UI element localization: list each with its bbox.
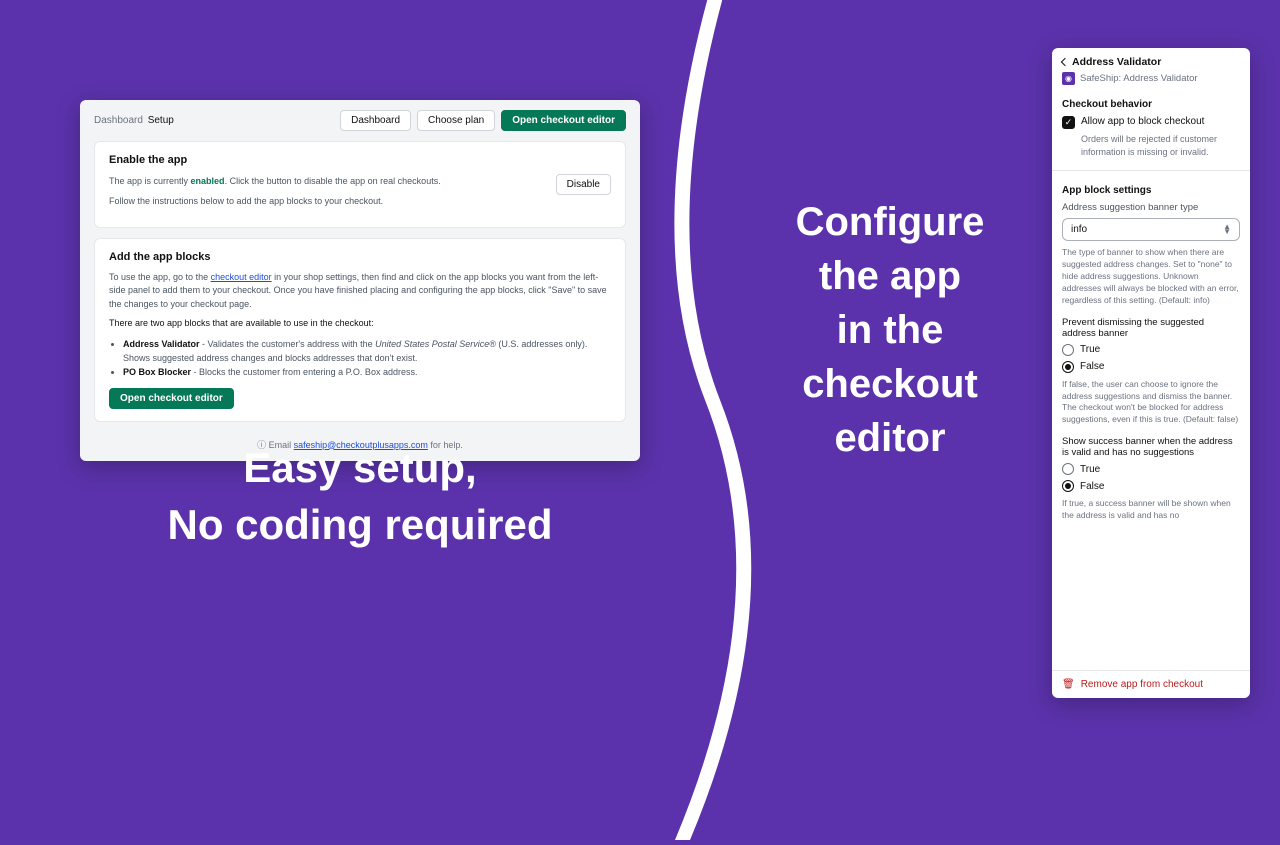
config-app-row: ◉ SafeShip: Address Validator xyxy=(1062,72,1240,85)
caption-right-l3: in the xyxy=(760,303,1020,357)
dismiss-desc: If false, the user can choose to ignore … xyxy=(1062,379,1240,427)
chevron-left-icon xyxy=(1061,58,1069,66)
app-block-settings-section: App block settings Address suggestion ba… xyxy=(1062,177,1240,528)
check-icon: ✓ xyxy=(1062,116,1075,129)
enable-app-panel: Enable the app The app is currently enab… xyxy=(94,141,626,228)
config-app-name: SafeShip: Address Validator xyxy=(1080,73,1198,84)
enable-follow: Follow the instructions below to add the… xyxy=(109,195,611,209)
success-false-radio[interactable]: False xyxy=(1062,480,1240,492)
add-instructions: To use the app, go to the checkout edito… xyxy=(109,271,611,312)
app-icon: ◉ xyxy=(1062,72,1075,85)
behavior-help: Orders will be rejected if customer info… xyxy=(1081,133,1240,158)
checkout-behavior-section: Checkout behavior ✓ Allow app to block c… xyxy=(1062,91,1240,164)
disable-button[interactable]: Disable xyxy=(556,174,611,195)
list-item: PO Box Blocker - Blocks the customer fro… xyxy=(123,365,611,379)
dashboard-header: Dashboard Setup Dashboard Choose plan Op… xyxy=(80,100,640,141)
dashboard-card: Dashboard Setup Dashboard Choose plan Op… xyxy=(80,100,640,461)
trash-icon: 🗑 xyxy=(1062,679,1075,690)
dismiss-false-radio[interactable]: False xyxy=(1062,361,1240,373)
success-desc: If true, a success banner will be shown … xyxy=(1062,498,1240,522)
config-header: Address Validator ◉ SafeShip: Address Va… xyxy=(1052,48,1250,91)
add-title: Add the app blocks xyxy=(109,251,611,263)
open-checkout-editor-button[interactable]: Open checkout editor xyxy=(501,110,626,131)
remove-app-button[interactable]: 🗑 Remove app from checkout xyxy=(1052,670,1250,698)
behavior-title: Checkout behavior xyxy=(1062,99,1240,110)
banner-type-select[interactable]: info ▲▼ xyxy=(1062,218,1240,241)
banner-type-desc: The type of banner to show when there ar… xyxy=(1062,247,1240,306)
success-label: Show success banner when the address is … xyxy=(1062,436,1240,458)
dismiss-true-radio[interactable]: True xyxy=(1062,344,1240,356)
app-block-list: Address Validator - Validates the custom… xyxy=(123,337,611,380)
caption-left-line2: No coding required xyxy=(90,497,630,554)
settings-title: App block settings xyxy=(1062,185,1240,196)
config-panel: Address Validator ◉ SafeShip: Address Va… xyxy=(1052,48,1250,698)
caption-right: Configure the app in the checkout editor xyxy=(760,195,1020,465)
enable-status: The app is currently enabled. Click the … xyxy=(109,175,550,189)
back-button[interactable]: Address Validator xyxy=(1062,56,1240,68)
caption-right-l4: checkout xyxy=(760,357,1020,411)
caption-left: Easy setup, No coding required xyxy=(90,440,630,553)
breadcrumb-root[interactable]: Dashboard xyxy=(94,115,143,126)
allow-block-checkbox[interactable]: ✓ Allow app to block checkout xyxy=(1062,116,1240,129)
success-true-radio[interactable]: True xyxy=(1062,463,1240,475)
dashboard-button[interactable]: Dashboard xyxy=(340,110,411,131)
list-item: Address Validator - Validates the custom… xyxy=(123,337,611,366)
add-count: There are two app blocks that are availa… xyxy=(109,317,611,331)
breadcrumb-current: Setup xyxy=(145,115,174,126)
enable-title: Enable the app xyxy=(109,154,611,166)
divider xyxy=(1052,170,1250,171)
open-checkout-editor-button-2[interactable]: Open checkout editor xyxy=(109,388,234,409)
choose-plan-button[interactable]: Choose plan xyxy=(417,110,495,131)
select-icon: ▲▼ xyxy=(1223,225,1231,235)
checkout-editor-link[interactable]: checkout editor xyxy=(211,272,272,282)
add-blocks-panel: Add the app blocks To use the app, go to… xyxy=(94,238,626,422)
caption-right-l1: Configure xyxy=(760,195,1020,249)
caption-left-line1: Easy setup, xyxy=(90,440,630,497)
config-title: Address Validator xyxy=(1072,56,1161,68)
banner-type-label: Address suggestion banner type xyxy=(1062,202,1240,213)
caption-right-l2: the app xyxy=(760,249,1020,303)
dismiss-label: Prevent dismissing the suggested address… xyxy=(1062,317,1240,339)
caption-right-l5: editor xyxy=(760,411,1020,465)
